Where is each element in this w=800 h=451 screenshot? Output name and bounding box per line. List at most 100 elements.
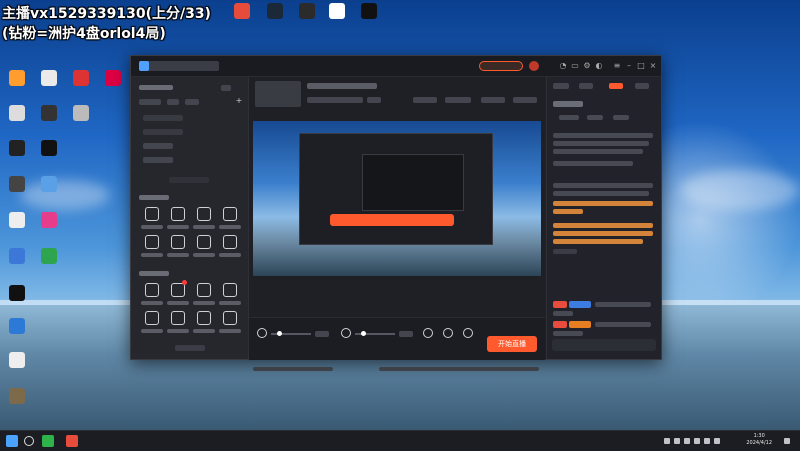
source-tab[interactable] — [185, 99, 199, 105]
desktop-icon[interactable] — [0, 212, 34, 230]
chat-username[interactable] — [595, 302, 651, 307]
tool-icon[interactable] — [223, 311, 237, 325]
stream-cover-thumbnail[interactable] — [255, 81, 301, 107]
start-live-button[interactable]: 开始直播 — [487, 336, 537, 352]
chat-tab[interactable] — [635, 83, 649, 89]
taskbar-clock[interactable]: 1:30 2024/4/12 — [746, 433, 772, 447]
chat-filter[interactable] — [587, 115, 603, 120]
tool-icon[interactable] — [197, 311, 211, 325]
settings-icon[interactable]: ⚙ — [583, 62, 591, 70]
desktop-icon[interactable] — [32, 70, 66, 88]
tool-icon[interactable] — [171, 235, 185, 249]
tray-icon[interactable] — [664, 438, 670, 444]
tool-icon[interactable] — [145, 311, 159, 325]
microphone-icon[interactable] — [257, 328, 267, 338]
desktop-icon[interactable] — [0, 285, 34, 303]
chat-tab[interactable] — [609, 83, 623, 89]
minimize-icon[interactable]: – — [625, 62, 633, 70]
menu-icon[interactable]: ≡ — [613, 62, 621, 70]
desktop-icon[interactable] — [0, 248, 34, 266]
titlebar-avatar[interactable] — [529, 61, 539, 71]
desktop-icon[interactable] — [32, 212, 66, 230]
tool-icon[interactable] — [223, 235, 237, 249]
chat-tab[interactable] — [579, 83, 593, 89]
taskbar-app-icon[interactable] — [42, 435, 54, 447]
stream-tag[interactable] — [367, 97, 381, 103]
windows-start-icon[interactable] — [6, 435, 18, 447]
source-item[interactable] — [143, 143, 173, 149]
desktop-icon[interactable] — [0, 388, 34, 406]
desktop-icon[interactable] — [96, 70, 130, 88]
add-material-button[interactable] — [169, 177, 209, 183]
stream-category[interactable] — [307, 97, 363, 103]
tool-icon[interactable] — [171, 311, 185, 325]
skin-icon[interactable]: ◐ — [595, 62, 603, 70]
speaker-volume-knob[interactable] — [361, 331, 366, 336]
source-item[interactable] — [143, 115, 183, 121]
desktop-icon[interactable] — [64, 70, 98, 88]
source-tab[interactable] — [167, 99, 179, 105]
tool-icon[interactable] — [145, 283, 159, 297]
scene-source-panel: + — [131, 77, 249, 359]
chat-message — [553, 331, 583, 336]
desktop-icon[interactable] — [64, 105, 98, 123]
tool-icon[interactable] — [197, 235, 211, 249]
tray-icon[interactable] — [704, 438, 710, 444]
tray-icon[interactable] — [684, 438, 690, 444]
desktop-icon[interactable] — [258, 3, 292, 21]
chat-username[interactable] — [595, 322, 651, 327]
desktop-icon[interactable] — [225, 3, 259, 21]
chat-filter[interactable] — [613, 115, 629, 120]
control-icon[interactable] — [463, 328, 473, 338]
tool-icon[interactable] — [223, 283, 237, 297]
taskbar-app-icon[interactable] — [66, 435, 78, 447]
source-tab[interactable] — [139, 99, 161, 105]
control-icon[interactable] — [443, 328, 453, 338]
tray-icon[interactable] — [714, 438, 720, 444]
source-item[interactable] — [143, 157, 173, 163]
speaker-icon[interactable] — [341, 328, 351, 338]
maximize-icon[interactable]: □ — [637, 62, 645, 70]
tool-icon[interactable] — [171, 283, 185, 297]
tool-icon[interactable] — [197, 283, 211, 297]
stream-preview[interactable] — [253, 121, 541, 276]
desktop-icon[interactable] — [32, 248, 66, 266]
tool-label — [219, 329, 241, 333]
notification-icon[interactable]: ◔ — [559, 62, 567, 70]
desktop-icon[interactable] — [352, 3, 386, 21]
chat-tab[interactable] — [553, 83, 569, 89]
desktop-icon[interactable] — [0, 352, 34, 370]
tray-icon[interactable] — [694, 438, 700, 444]
control-icon[interactable] — [423, 328, 433, 338]
tool-icon[interactable] — [145, 207, 159, 221]
chat-message-link[interactable] — [553, 249, 577, 254]
tool-icon[interactable] — [171, 207, 185, 221]
search-icon[interactable] — [24, 436, 34, 446]
desktop-icon[interactable] — [0, 70, 34, 88]
scene-header-action[interactable] — [221, 85, 231, 91]
add-source-icon[interactable]: + — [235, 97, 243, 105]
more-tools-link[interactable] — [175, 345, 205, 351]
mail-icon[interactable]: ▭ — [571, 62, 579, 70]
stream-title-text[interactable] — [307, 83, 377, 89]
tool-icon[interactable] — [223, 207, 237, 221]
tray-icon[interactable] — [674, 438, 680, 444]
tool-icon[interactable] — [197, 207, 211, 221]
chat-filter[interactable] — [559, 115, 579, 120]
chat-input[interactable] — [552, 339, 656, 351]
desktop-icon[interactable] — [32, 176, 66, 194]
notification-center-icon[interactable] — [784, 438, 790, 444]
desktop-icon[interactable] — [290, 3, 324, 21]
desktop-icon[interactable] — [0, 105, 34, 123]
desktop-icon[interactable] — [320, 3, 354, 21]
close-icon[interactable]: × — [649, 62, 657, 70]
desktop-icon[interactable] — [32, 140, 66, 158]
desktop-icon[interactable] — [0, 318, 34, 336]
desktop-icon[interactable] — [0, 140, 34, 158]
titlebar-action-button[interactable] — [479, 61, 523, 71]
mic-volume-knob[interactable] — [277, 331, 282, 336]
desktop-icon[interactable] — [0, 176, 34, 194]
desktop-icon[interactable] — [32, 105, 66, 123]
tool-icon[interactable] — [145, 235, 159, 249]
source-item[interactable] — [143, 129, 183, 135]
